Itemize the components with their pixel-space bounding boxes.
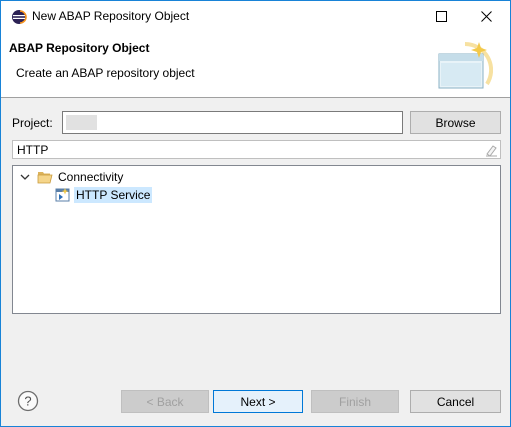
- tree-item-label: HTTP Service: [74, 187, 153, 203]
- tree-item-label: Connectivity: [58, 170, 124, 184]
- project-input[interactable]: [62, 111, 403, 134]
- object-type-tree[interactable]: Connectivity HTTP Service: [12, 165, 501, 314]
- project-label: Project:: [12, 116, 53, 130]
- maximize-icon: [436, 11, 447, 22]
- dialog-window: New ABAP Repository Object ABAP Reposito…: [0, 0, 511, 427]
- eclipse-icon: [12, 10, 27, 24]
- tree-item-http-service[interactable]: HTTP Service: [55, 186, 153, 204]
- eraser-icon[interactable]: [484, 143, 498, 157]
- http-service-icon: [55, 188, 70, 202]
- filter-text: HTTP: [17, 143, 49, 157]
- wizard-banner-icon: [438, 41, 493, 89]
- project-value: [66, 115, 97, 130]
- banner-description: Create an ABAP repository object: [16, 66, 195, 80]
- next-button[interactable]: Next >: [213, 390, 303, 413]
- tree-item-connectivity[interactable]: Connectivity: [19, 168, 123, 186]
- browse-button[interactable]: Browse: [410, 111, 501, 134]
- window-title: New ABAP Repository Object: [32, 9, 190, 23]
- maximize-button[interactable]: [419, 1, 464, 32]
- cancel-button[interactable]: Cancel: [410, 390, 501, 413]
- close-icon: [481, 11, 492, 22]
- folder-open-icon: [37, 172, 53, 184]
- close-button[interactable]: [464, 1, 509, 32]
- filter-input[interactable]: HTTP: [12, 140, 501, 159]
- help-icon[interactable]: ?: [17, 390, 39, 412]
- back-button[interactable]: < Back: [121, 390, 209, 413]
- chevron-down-icon[interactable]: [19, 171, 31, 183]
- title-bar: New ABAP Repository Object: [1, 1, 510, 32]
- svg-text:?: ?: [24, 394, 31, 409]
- banner-title: ABAP Repository Object: [9, 41, 150, 55]
- finish-button[interactable]: Finish: [311, 390, 399, 413]
- header-banner: ABAP Repository Object Create an ABAP re…: [1, 32, 510, 98]
